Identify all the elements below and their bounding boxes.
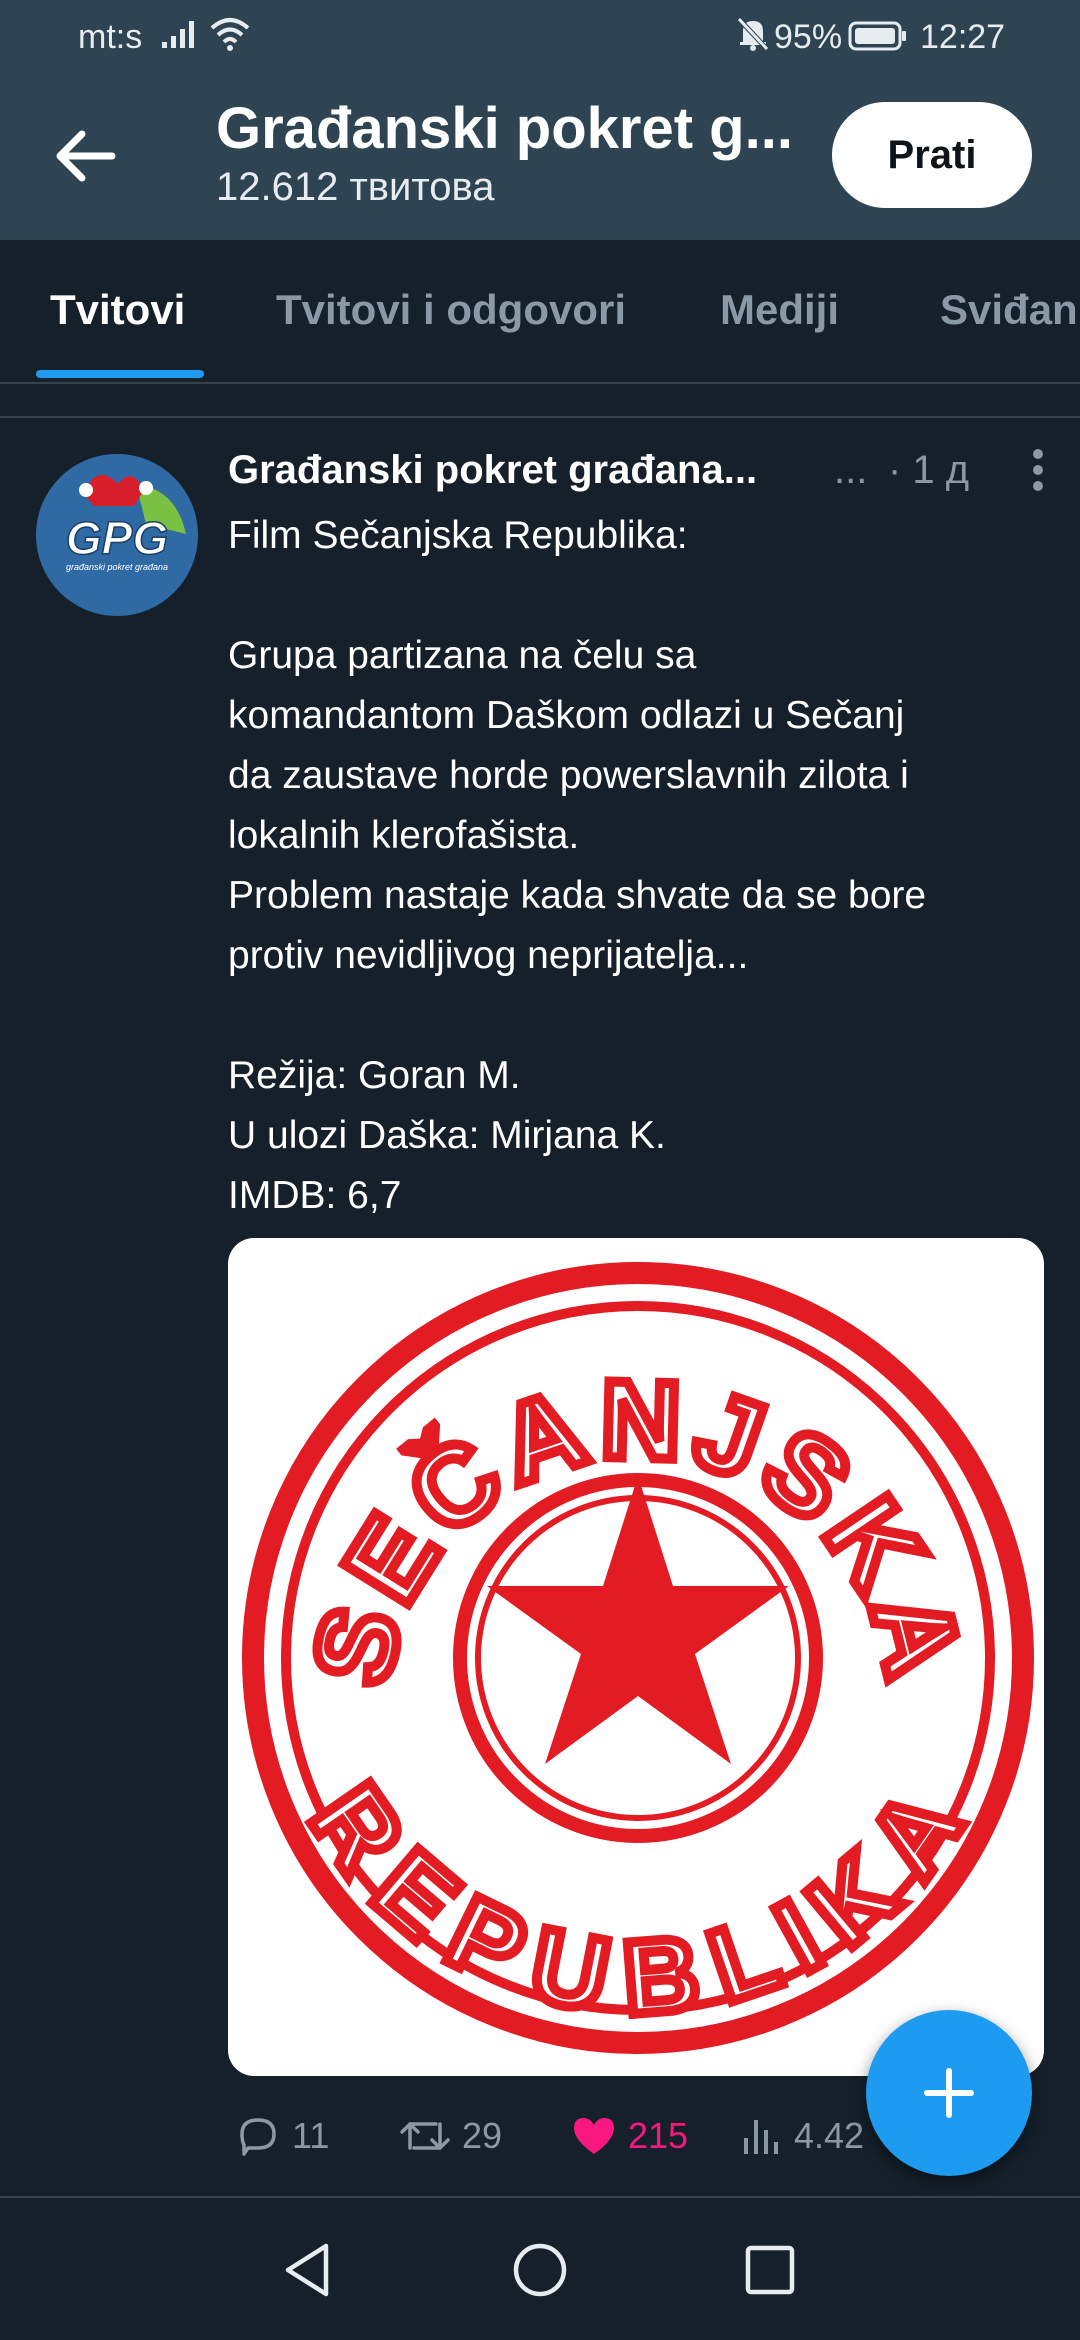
follow-button[interactable]: Prati bbox=[832, 102, 1032, 208]
stamp-text-bottom: REPUBLIKA bbox=[288, 1765, 988, 2038]
tweet-line: Grupa partizana na čelu sa bbox=[228, 634, 697, 677]
views-chart-icon bbox=[744, 2120, 778, 2154]
reply-icon bbox=[240, 2118, 276, 2156]
avatar-logo-subtext: građanski pokret građana bbox=[66, 562, 168, 572]
tweet-text: Film Sečanjska Republika: Grupa partizan… bbox=[228, 506, 1048, 1226]
plus-icon bbox=[924, 2068, 974, 2118]
views-button[interactable]: 4.42 bbox=[740, 2106, 864, 2166]
avatar-logo-text: GPG bbox=[66, 512, 168, 564]
like-count: 215 bbox=[628, 2115, 689, 2156]
views-count: 4.42 bbox=[794, 2115, 865, 2156]
tweet-line: U ulozi Daška: Mirjana K. bbox=[228, 1114, 666, 1157]
compose-tweet-button[interactable] bbox=[866, 2010, 1032, 2176]
tweet-time[interactable]: · 1 д bbox=[888, 448, 969, 493]
tweet-line: protiv nevidljivog neprijatelja... bbox=[228, 934, 749, 977]
reply-count: 11 bbox=[292, 2115, 330, 2156]
retweet-button[interactable]: 29 bbox=[398, 2106, 502, 2166]
app-root: mt:s 95% 12:27 Građanski pokret g... 12.… bbox=[0, 0, 1080, 2340]
active-tab-indicator bbox=[36, 370, 204, 378]
carrier-label: mt:s bbox=[78, 18, 143, 56]
stamp-image: SEČANJSKA REPUBLIKA bbox=[242, 1262, 1034, 2054]
retweet-count: 29 bbox=[462, 2115, 503, 2156]
reply-button[interactable]: 11 bbox=[234, 2106, 329, 2166]
nav-home-button[interactable] bbox=[508, 2238, 572, 2302]
battery-percent: 95% bbox=[774, 18, 843, 56]
more-options-icon[interactable] bbox=[1018, 444, 1058, 500]
retweet-icon bbox=[400, 2122, 450, 2150]
avatar[interactable]: GPG građanski pokret građana bbox=[36, 454, 198, 616]
tweet-line: lokalnih klerofašista. bbox=[228, 814, 580, 857]
tab-likes[interactable]: Sviđan bbox=[940, 286, 1078, 334]
back-button[interactable] bbox=[48, 122, 124, 190]
author-name[interactable]: Građanski pokret građana... bbox=[228, 448, 828, 493]
signal-icon bbox=[160, 16, 200, 59]
tweet-line: IMDB: 6,7 bbox=[228, 1174, 402, 1217]
tweet-line: komandantom Daškom odlazi u Sečanj bbox=[228, 694, 905, 737]
tweet-image[interactable]: SEČANJSKA REPUBLIKA bbox=[228, 1238, 1044, 2076]
battery-icon bbox=[848, 20, 908, 61]
tab-tweets-and-replies[interactable]: Tvitovi i odgovori bbox=[276, 286, 626, 334]
profile-title-block: Građanski pokret g... 12.612 твитова bbox=[216, 96, 816, 210]
profile-title: Građanski pokret g... bbox=[216, 96, 793, 161]
status-bar: mt:s 95% 12:27 bbox=[0, 0, 1080, 72]
tweet-line bbox=[228, 566, 1048, 626]
back-arrow-icon bbox=[56, 130, 116, 182]
tweet-count: 12.612 твитова bbox=[216, 165, 495, 209]
tweet-line: Režija: Goran M. bbox=[228, 1054, 521, 1097]
author-handle-truncated: ... bbox=[834, 448, 868, 492]
tweet-author-row: Građanski pokret građana... ... · 1 д bbox=[228, 444, 1048, 500]
profile-tabs: Tvitovi Tvitovi i odgovori Mediji Sviđan bbox=[0, 240, 1080, 384]
heart-icon bbox=[574, 2118, 614, 2154]
profile-header: mt:s 95% 12:27 Građanski pokret g... 12.… bbox=[0, 0, 1080, 240]
clock: 12:27 bbox=[920, 18, 1006, 56]
tweet-line bbox=[228, 986, 1048, 1046]
square-recents-icon bbox=[745, 2245, 795, 2295]
tab-media[interactable]: Mediji bbox=[720, 286, 839, 334]
nav-recents-button[interactable] bbox=[738, 2238, 802, 2302]
triangle-back-icon bbox=[285, 2243, 329, 2297]
tweet-line: Film Sečanjska Republika: bbox=[228, 514, 688, 557]
tweet-line: Problem nastaje kada shvate da se bore bbox=[228, 874, 927, 917]
tweet-line: da zaustave horde powerslavnih zilota i bbox=[228, 754, 909, 797]
circle-home-icon bbox=[513, 2243, 567, 2297]
mute-bell-icon bbox=[736, 16, 770, 61]
wifi-icon bbox=[208, 16, 252, 61]
tab-tweets[interactable]: Tvitovi bbox=[50, 286, 185, 334]
like-button[interactable]: 215 bbox=[570, 2106, 688, 2166]
system-nav-bar bbox=[0, 2200, 1080, 2340]
divider bbox=[0, 384, 1080, 418]
nav-back-button[interactable] bbox=[276, 2238, 340, 2302]
